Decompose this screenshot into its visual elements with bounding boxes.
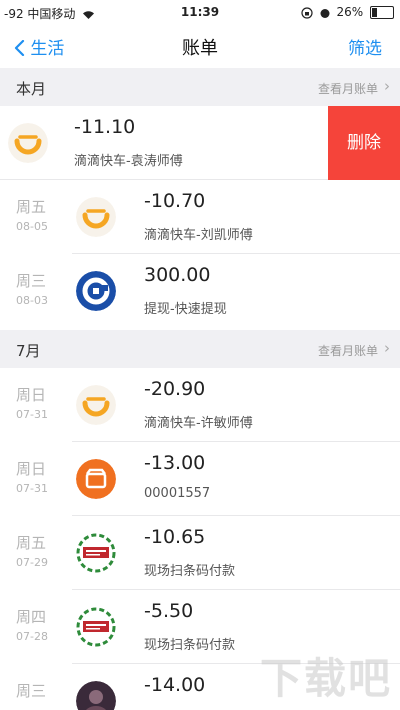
- bill-row[interactable]: 周三 08-03 300.00 提现-快速提现: [0, 254, 400, 328]
- chevron-right-icon[interactable]: ›: [384, 339, 390, 357]
- bill-date: 07-31: [16, 482, 48, 495]
- bill-weekday: 周三: [16, 682, 47, 700]
- bill-amount: 300.00: [144, 264, 211, 286]
- bill-row[interactable]: 周日 07-31 -13.00 00001557: [0, 442, 400, 516]
- bill-amount: -10.65: [144, 526, 206, 548]
- avatar-icon: [76, 681, 116, 710]
- battery-icon: [370, 6, 394, 19]
- status-bar: -92 中国移动 11:39 26%: [0, 0, 400, 26]
- bill-date: 08-03: [16, 294, 48, 307]
- bill-weekday: 周四: [16, 608, 47, 626]
- bill-date: 07-31: [16, 408, 48, 421]
- bill-weekday: 周五: [16, 198, 47, 216]
- bill-date: 07-29: [16, 556, 48, 569]
- bill-row[interactable]: 周日 07-31 -20.90 滴滴快车-许敏师傅: [0, 368, 400, 442]
- bill-row[interactable]: 周五 07-29 -10.65 现场扫条码付款: [0, 516, 400, 590]
- bill-page: -92 中国移动 11:39 26% 生活 账单 筛选 本月 查看月账单 › -…: [0, 0, 400, 710]
- bill-weekday: 周五: [16, 534, 47, 552]
- lock-rotation-icon: [301, 5, 317, 19]
- bill-description: 00001557: [144, 486, 211, 501]
- wudongfeng-icon: [76, 533, 116, 573]
- didi-icon: [8, 123, 48, 163]
- nav-bar: 生活 账单 筛选: [0, 26, 400, 66]
- section-title: 本月: [16, 80, 47, 98]
- page-title: 账单: [182, 38, 218, 59]
- bill-amount: -14.00: [144, 674, 206, 696]
- bill-description: 现场扫条码付款: [144, 564, 236, 579]
- bill-row[interactable]: -11.10 滴滴快车-袁涛师傅 删除: [0, 106, 400, 180]
- battery-percent: 26%: [336, 5, 364, 19]
- wudongfeng-icon: [76, 607, 116, 647]
- bill-row[interactable]: 周五 08-05 -10.70 滴滴快车-刘凯师傅: [0, 180, 400, 254]
- bill-amount: -5.50: [144, 600, 194, 622]
- bill-date: 08-05: [16, 220, 48, 233]
- section-header-july: 7月 查看月账单 ›: [0, 330, 400, 368]
- section-title: 7月: [16, 342, 41, 360]
- filter-button[interactable]: 筛选: [348, 34, 382, 59]
- bill-amount: -20.90: [144, 378, 206, 400]
- bill-description: 提现-快速提现: [144, 302, 227, 317]
- bill-amount: -11.10: [74, 116, 136, 138]
- status-right: 26%: [301, 5, 394, 19]
- view-monthly-bill-link[interactable]: 查看月账单: [318, 80, 378, 97]
- watermark: 下载吧: [259, 654, 392, 703]
- bill-date: 07-28: [16, 630, 48, 643]
- chevron-right-icon[interactable]: ›: [384, 77, 390, 95]
- view-monthly-bill-link[interactable]: 查看月账单: [318, 342, 378, 359]
- bill-weekday: 周三: [16, 272, 47, 290]
- bill-description: 滴滴快车-刘凯师傅: [144, 228, 253, 243]
- bill-description: 滴滴快车-袁涛师傅: [74, 154, 183, 169]
- bill-weekday: 周日: [16, 460, 47, 478]
- ccb-icon: [76, 271, 116, 311]
- didi-icon: [76, 197, 116, 237]
- bill-amount: -13.00: [144, 452, 206, 474]
- bill-weekday: 周日: [16, 386, 47, 404]
- shop-icon: [76, 459, 116, 499]
- bill-description: 现场扫条码付款: [144, 638, 236, 653]
- bill-amount: -10.70: [144, 190, 206, 212]
- section-header-this-month: 本月 查看月账单 ›: [0, 68, 400, 106]
- bill-description: 滴滴快车-许敏师傅: [144, 416, 253, 431]
- delete-button[interactable]: 删除: [328, 106, 400, 180]
- didi-icon: [76, 385, 116, 425]
- alarm-icon: [319, 5, 335, 19]
